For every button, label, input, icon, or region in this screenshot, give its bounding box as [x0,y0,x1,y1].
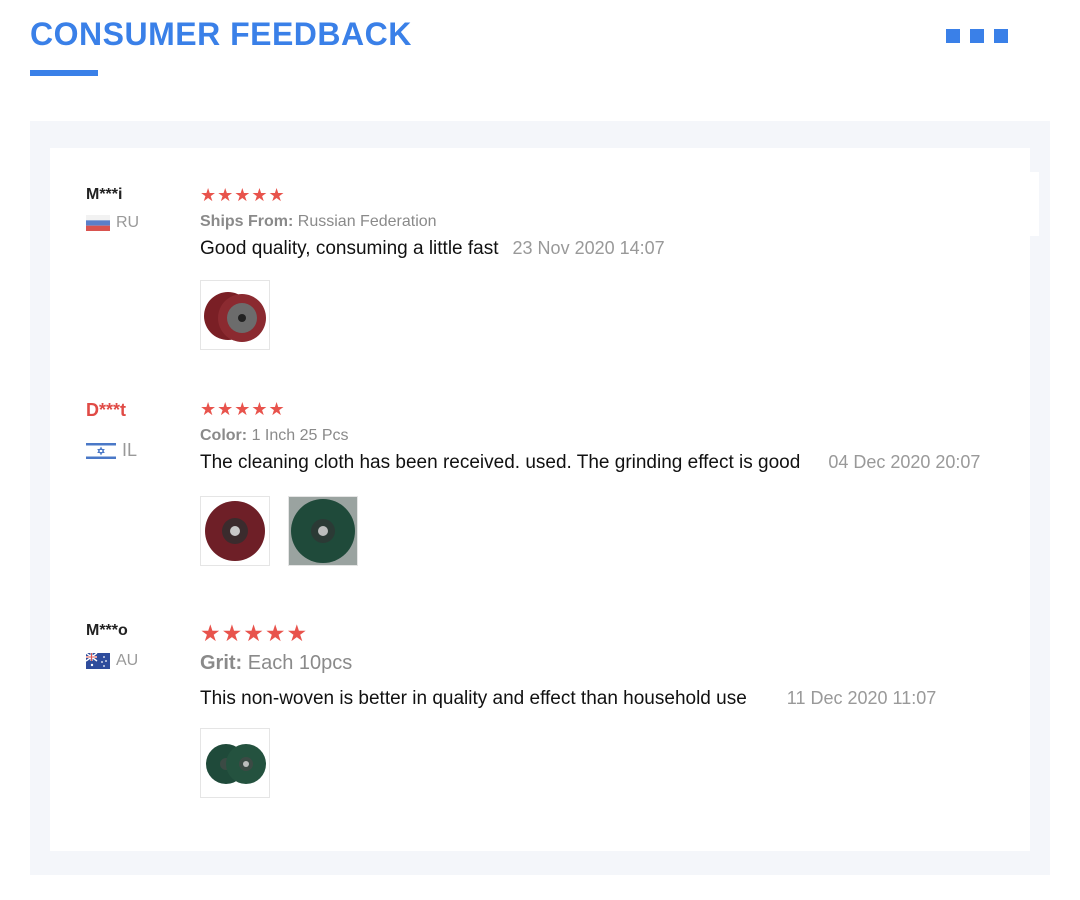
review-photo-thumbnail[interactable] [200,280,270,350]
menu-square [946,29,960,43]
review-comment: Good quality, consuming a little fast 23 … [200,238,665,260]
review-meta: Ships From: Russian Federation [200,213,437,231]
menu-square [970,29,984,43]
meta-key: Grit: [200,652,243,674]
green-flap-disc [289,497,357,565]
review-photo-thumbnail[interactable] [200,728,270,798]
scrollbar[interactable] [1030,172,1039,236]
more-squares-icon[interactable] [946,29,1008,43]
comment-text: This non-woven is better in quality and … [200,688,747,709]
review-photos [200,728,270,798]
reviewer-country: IL [86,440,137,461]
review-date: 04 Dec 2020 20:07 [828,452,981,472]
review-meta: Grit: Each 10pcs [200,652,352,675]
australia-flag-icon [86,653,110,669]
meta-value: 1 Inch 25 Pcs [251,427,349,444]
maroon-flap-disc [205,501,265,561]
menu-square [994,29,1008,43]
star-rating: ★★★★★ [200,399,286,419]
russia-flag-icon [86,215,110,231]
reviewer-country: AU [86,652,138,670]
comment-text: Good quality, consuming a little fast [200,238,499,259]
review-comment: The cleaning cloth has been received. us… [200,452,980,474]
meta-key: Ships From: [200,213,294,230]
page-title: CONSUMER FEEDBACK [30,16,412,52]
green-flap-disc-pair [206,744,266,784]
reviewer-name: D***t [86,400,127,420]
country-code: IL [122,440,138,460]
review-comment: This non-woven is better in quality and … [200,688,936,710]
review-photo-thumbnail[interactable] [288,496,358,566]
review-photos [200,496,358,566]
star-rating: ★★★★★ [200,185,286,205]
review-meta: Color: 1 Inch 25 Pcs [200,427,349,445]
maroon-flap-disc-pair [204,292,266,342]
comment-text: The cleaning cloth has been received. us… [200,452,801,473]
reviewer-name: M***o [86,622,128,639]
feedback-list: M***i RU ★★★★★ Ships From: Russian Feder… [50,148,1030,851]
review-photos [200,280,270,350]
star-rating: ★★★★★ [200,620,309,646]
review-date: 23 Nov 2020 14:07 [512,238,665,258]
meta-value: Each 10pcs [247,652,353,674]
review-date: 11 Dec 2020 11:07 [786,688,937,708]
reviewer-name: M***i [86,186,123,203]
title-underline [30,70,98,76]
review-photo-thumbnail[interactable] [200,496,270,566]
country-code: RU [116,214,140,231]
meta-key: Color: [200,427,248,444]
meta-value: Russian Federation [297,213,437,230]
israel-flag-icon [86,440,116,461]
reviewer-country: RU [86,214,139,232]
country-code: AU [116,652,139,669]
